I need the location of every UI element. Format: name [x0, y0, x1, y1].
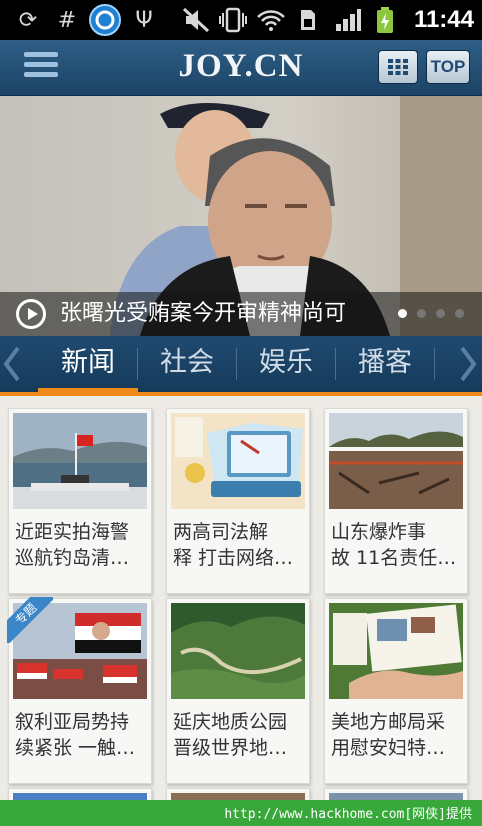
news-caption-line: 山东爆炸事	[331, 521, 427, 543]
wifi-icon	[256, 6, 286, 34]
news-caption-line: 用慰安妇特…	[331, 737, 446, 759]
slide-dot	[455, 309, 464, 318]
vibrate-icon	[218, 6, 248, 34]
news-caption-line: 晋级世界地…	[173, 737, 288, 759]
news-thumbnail	[329, 603, 463, 699]
news-card[interactable]: 美地方邮局采 用慰安妇特…	[324, 598, 468, 784]
hero-title[interactable]: 张曙光受贿案今开审精神尚可	[60, 299, 346, 329]
sync-icon: ⟳	[18, 7, 38, 33]
news-caption[interactable]: 延庆地质公园 晋级世界地…	[173, 709, 307, 761]
news-thumbnail	[171, 603, 305, 699]
news-card[interactable]: 两高司法解 释 打击网络…	[166, 408, 310, 594]
tab-entertainment[interactable]: 娱乐	[236, 336, 336, 392]
topic-badge-label: 专题	[7, 597, 53, 643]
news-card[interactable]: 山东爆炸事 故 11名责任…	[324, 408, 468, 594]
mute-icon	[182, 6, 210, 34]
app-icon	[88, 4, 122, 36]
footer-watermark: http://www.hackhome.com[网侠]提供	[224, 807, 472, 822]
slide-dot	[398, 309, 407, 318]
hero-caption-bar[interactable]: 张曙光受贿案今开审精神尚可	[0, 292, 482, 336]
news-thumbnail	[171, 413, 305, 509]
news-caption-line: 续紧张 一触…	[15, 737, 136, 759]
active-tab-indicator	[38, 388, 138, 396]
news-caption[interactable]: 山东爆炸事 故 11名责任…	[331, 519, 465, 571]
tab-divider	[434, 348, 435, 380]
top-button[interactable]: TOP	[426, 50, 470, 84]
signal-icon	[334, 6, 362, 34]
grid-view-button[interactable]	[378, 50, 418, 84]
news-grid: 近距实拍海警 巡航钓岛清… 两高司法解 释 打击网络… 山东爆炸事 故 11名责…	[0, 396, 482, 826]
news-caption[interactable]: 叙利亚局势持 续紧张 一触…	[15, 709, 149, 761]
status-clock: 11:44	[413, 6, 474, 33]
news-caption[interactable]: 美地方邮局采 用慰安妇特…	[331, 709, 465, 761]
play-icon[interactable]	[16, 299, 46, 329]
app-header: JOY.CN TOP	[0, 40, 482, 96]
grid-icon	[388, 59, 408, 75]
usb-icon: Ψ	[135, 7, 153, 33]
news-caption[interactable]: 两高司法解 释 打击网络…	[173, 519, 307, 571]
battery-icon	[374, 6, 396, 34]
news-caption-line: 叙利亚局势持	[15, 711, 130, 733]
news-caption-line: 近距实拍海警	[15, 521, 130, 543]
slide-dot	[417, 309, 426, 318]
topic-badge: 专题	[7, 597, 53, 643]
news-caption-line: 两高司法解	[173, 521, 269, 543]
chevron-left-icon[interactable]	[2, 346, 24, 382]
footer-watermark-bar: http://www.hackhome.com[网侠]提供	[0, 800, 482, 826]
category-tabs: 新闻 社会 娱乐 播客	[0, 336, 482, 392]
tab-news[interactable]: 新闻	[38, 336, 138, 392]
news-card[interactable]: 延庆地质公园 晋级世界地…	[166, 598, 310, 784]
slide-dot	[436, 309, 445, 318]
news-caption[interactable]: 近距实拍海警 巡航钓岛清…	[15, 519, 149, 571]
news-caption-line: 释 打击网络…	[173, 547, 294, 569]
news-caption-line: 延庆地质公园	[173, 711, 288, 733]
news-card[interactable]: 近距实拍海警 巡航钓岛清…	[8, 408, 152, 594]
tab-society[interactable]: 社会	[137, 336, 237, 392]
hash-icon: #	[57, 7, 77, 33]
tab-podcast[interactable]: 播客	[335, 336, 435, 392]
slide-indicator	[398, 309, 464, 318]
chevron-right-icon[interactable]	[456, 346, 478, 382]
sim-icon	[298, 6, 318, 34]
news-thumbnail	[13, 413, 147, 509]
news-caption-line: 美地方邮局采	[331, 711, 446, 733]
status-bar: ⟳ # Ψ 11:44	[0, 0, 482, 40]
news-thumbnail	[329, 413, 463, 509]
news-caption-line: 故 11名责任…	[331, 547, 457, 569]
news-caption-line: 巡航钓岛清…	[15, 547, 130, 569]
news-card[interactable]: 专题 叙利亚局势持 续紧张 一触…	[7, 597, 152, 784]
